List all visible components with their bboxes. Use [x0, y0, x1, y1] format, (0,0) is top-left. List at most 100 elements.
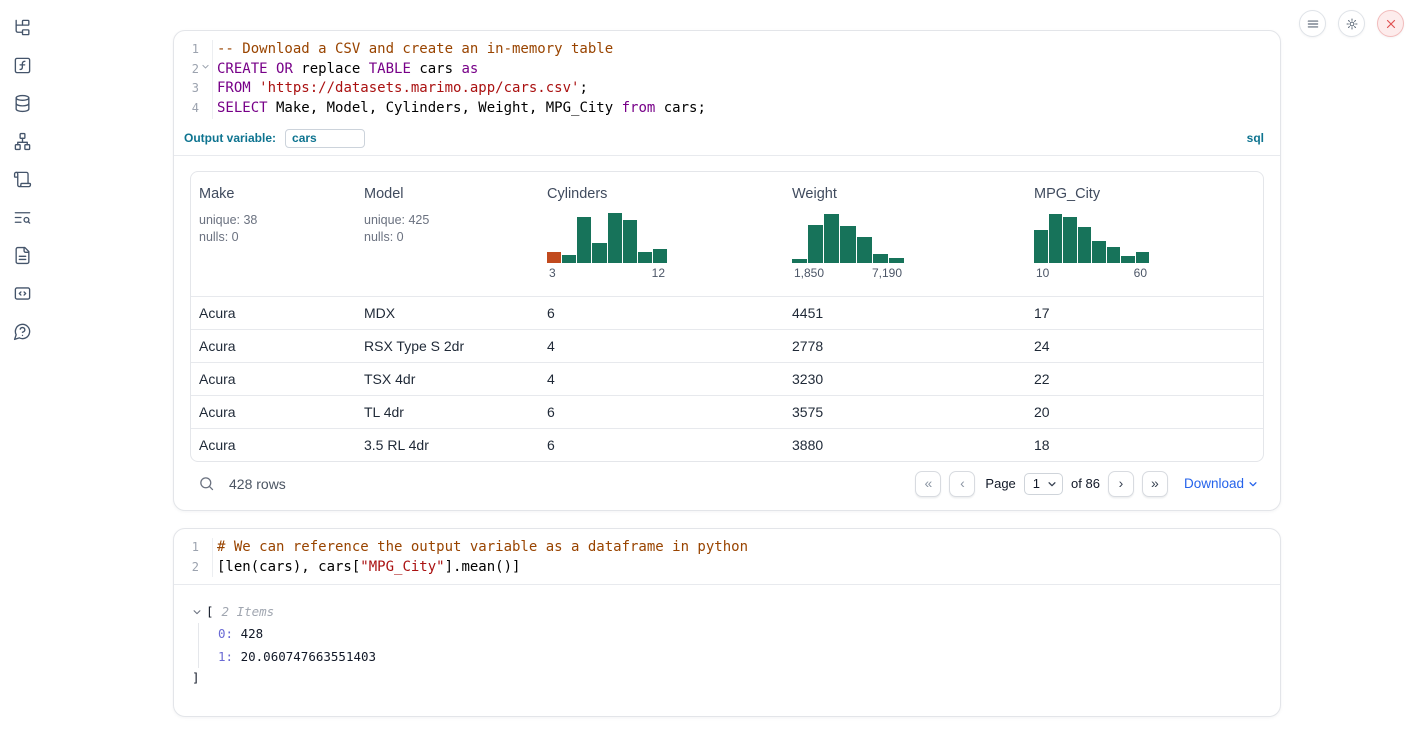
cylinders-histogram: 3 12	[547, 210, 667, 280]
collapse-toggle-icon[interactable]	[192, 607, 202, 617]
help-icon[interactable]	[10, 319, 35, 344]
menu-button[interactable]	[1299, 10, 1326, 37]
output-variable-label: Output variable:	[184, 131, 276, 145]
table-cell: 18	[1026, 437, 1263, 453]
histogram-bar	[1107, 247, 1121, 263]
code-line: 3 FROM 'https://datasets.marimo.app/cars.…	[174, 79, 1280, 99]
fold-toggle[interactable]	[199, 60, 212, 80]
language-badge[interactable]: sql	[1247, 131, 1264, 145]
column-header-make[interactable]: Make unique: 38 nulls: 0	[191, 172, 356, 296]
axis-max: 12	[652, 266, 665, 280]
column-header-weight[interactable]: Weight 1,850 7,190	[784, 172, 1026, 296]
stat-unique: unique: 425	[364, 212, 531, 230]
histogram-bar	[1049, 214, 1063, 263]
row-count: 428 rows	[229, 476, 286, 492]
notebook: 1 -- Download a CSV and create an in-memo…	[173, 0, 1281, 717]
axis-min: 1,850	[794, 266, 824, 280]
topbar-actions	[1299, 10, 1404, 37]
sidebar	[0, 0, 44, 729]
weight-histogram: 1,850 7,190	[792, 210, 904, 280]
prev-page-button[interactable]: ‹	[949, 471, 975, 497]
table-cell: 24	[1026, 338, 1263, 354]
table-cell: Acura	[191, 404, 356, 420]
table-cell: 20	[1026, 404, 1263, 420]
search-button[interactable]	[196, 473, 217, 494]
chevron-down-icon	[1047, 479, 1057, 489]
histogram-bar	[547, 252, 561, 263]
table-cell: 3230	[784, 371, 1026, 387]
table-cell: 6	[539, 305, 784, 321]
last-page-button[interactable]: »	[1142, 471, 1168, 497]
data-table: Make unique: 38 nulls: 0 Model unique: 4…	[190, 171, 1264, 462]
line-number: 1	[174, 538, 199, 558]
column-stats: unique: 425 nulls: 0	[364, 212, 531, 247]
histogram-bar	[857, 237, 872, 262]
code-line: 4SELECT Make, Model, Cylinders, Weight, …	[174, 99, 1280, 119]
python-code-editor[interactable]: 1# We can reference the output variable …	[174, 529, 1280, 585]
code-text: CREATE OR replace TABLE cars as	[212, 60, 478, 80]
code-text: -- Download a CSV and create an in-memor…	[212, 40, 613, 60]
table-cell: Acura	[191, 338, 356, 354]
shutdown-button[interactable]	[1377, 10, 1404, 37]
python-cell: 1# We can reference the output variable …	[173, 528, 1281, 717]
column-stats: unique: 38 nulls: 0	[199, 212, 348, 247]
histogram-bar	[1121, 256, 1135, 262]
page-select-value: 1	[1033, 476, 1040, 491]
next-page-button[interactable]: ›	[1108, 471, 1134, 497]
line-number: 1	[174, 40, 199, 60]
variables-icon[interactable]	[10, 53, 35, 78]
axis-min: 10	[1036, 266, 1049, 280]
histogram-bar	[1078, 227, 1092, 263]
search-lines-icon[interactable]	[10, 205, 35, 230]
table-body: AcuraMDX6445117AcuraRSX Type S 2dr427782…	[191, 296, 1263, 461]
pagination: « ‹ Page 1 of 86 › » Download	[915, 471, 1260, 497]
histogram-bar	[873, 254, 888, 262]
file-tree-icon[interactable]	[10, 15, 35, 40]
line-number: 4	[174, 99, 199, 119]
download-label: Download	[1184, 476, 1244, 491]
first-page-button[interactable]: «	[915, 471, 941, 497]
table-cell: Acura	[191, 371, 356, 387]
settings-button[interactable]	[1338, 10, 1365, 37]
histogram-bar	[840, 226, 855, 263]
histogram-bar	[824, 214, 839, 263]
tree-entry-value: 20.060747663551403	[233, 649, 376, 664]
code-text: FROM 'https://datasets.marimo.app/cars.c…	[212, 79, 588, 99]
datasources-icon[interactable]	[10, 91, 35, 116]
code-line: 2CREATE OR replace TABLE cars as	[174, 60, 1280, 80]
tree-entries: 0: 4281: 20.060747663551403	[198, 623, 1264, 668]
page-total-label: of 86	[1071, 476, 1100, 491]
table-cell: RSX Type S 2dr	[356, 338, 539, 354]
column-header-mpg-city[interactable]: MPG_City 10 60	[1026, 172, 1263, 296]
table-cell: Acura	[191, 437, 356, 453]
histogram-bar	[638, 252, 652, 263]
table-header: Make unique: 38 nulls: 0 Model unique: 4…	[191, 172, 1263, 296]
gear-icon	[1345, 17, 1359, 31]
documentation-icon[interactable]	[10, 243, 35, 268]
histogram-bar	[808, 225, 823, 263]
sql-code-editor[interactable]: 1 -- Download a CSV and create an in-memo…	[174, 31, 1280, 126]
python-output: [ 2 Items 0: 4281: 20.060747663551403 ]	[174, 585, 1280, 716]
dependency-graph-icon[interactable]	[10, 129, 35, 154]
table-row: AcuraTL 4dr6357520	[191, 395, 1263, 428]
table-row: AcuraMDX6445117	[191, 296, 1263, 329]
snippets-icon[interactable]	[10, 281, 35, 306]
sql-output: Make unique: 38 nulls: 0 Model unique: 4…	[174, 156, 1280, 510]
code-text: [len(cars), cars["MPG_City"].mean()]	[212, 558, 520, 578]
table-cell: 6	[539, 404, 784, 420]
download-button[interactable]: Download	[1184, 476, 1258, 491]
scratchpad-icon[interactable]	[10, 167, 35, 192]
column-header-cylinders[interactable]: Cylinders 3 12	[539, 172, 784, 296]
column-header-model[interactable]: Model unique: 425 nulls: 0	[356, 172, 539, 296]
output-variable-input[interactable]	[285, 129, 365, 148]
fold-chevron-icon	[201, 62, 210, 71]
code-line: 1# We can reference the output variable …	[174, 538, 1280, 558]
column-title: MPG_City	[1034, 185, 1255, 203]
code-line: 1 -- Download a CSV and create an in-memo…	[174, 40, 1280, 60]
histogram-axis: 1,850 7,190	[792, 266, 904, 280]
line-number: 3	[174, 79, 199, 99]
page-select[interactable]: 1	[1024, 473, 1063, 495]
histogram-bar	[889, 258, 904, 263]
code-line: 2[len(cars), cars["MPG_City"].mean()]	[174, 558, 1280, 578]
chevron-down-icon	[1248, 479, 1258, 489]
